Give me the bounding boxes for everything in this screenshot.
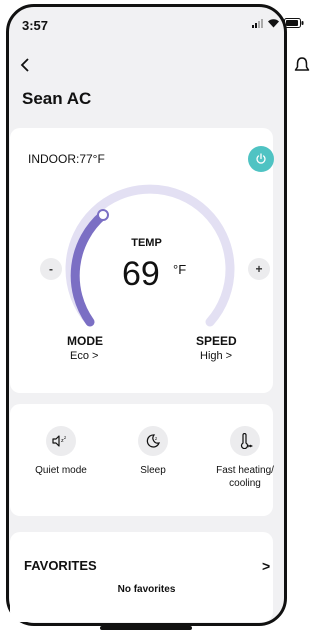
svg-text:z: z [155, 436, 157, 441]
mode-value[interactable]: Eco > [70, 350, 98, 362]
signal-icon [252, 18, 263, 28]
temp-label: TEMP [131, 237, 162, 249]
favorites-empty-text: No favorites [117, 584, 176, 595]
sleep-icon: z [138, 426, 168, 456]
quiet-mode-button[interactable]: zz Quiet mode [16, 426, 106, 477]
back-icon[interactable] [18, 58, 32, 72]
temp-unit: °F [173, 262, 187, 277]
battery-icon [284, 18, 304, 28]
dial-handle [97, 209, 109, 221]
home-indicator[interactable] [100, 626, 192, 630]
fast-heating-label: Fast heating/ cooling [216, 465, 274, 489]
temp-value: 69 [122, 255, 160, 293]
indoor-temp: INDOOR:77°F [28, 152, 105, 166]
favorites-title: FAVORITES [24, 558, 97, 573]
sleep-button[interactable]: z Sleep [108, 426, 198, 477]
quiet-mode-icon: zz [46, 426, 76, 456]
status-time: 3:57 [22, 18, 49, 33]
status-bar: 3:57 [0, 0, 320, 46]
wifi-icon [267, 18, 280, 28]
fast-heating-icon [230, 426, 260, 456]
speed-label: SPEED [196, 334, 237, 348]
fast-heating-button[interactable]: Fast heating/ cooling [200, 426, 290, 490]
favorites-card [10, 532, 273, 622]
power-icon [256, 153, 266, 164]
mode-label: MODE [67, 334, 103, 348]
increase-temp-button[interactable]: + [248, 258, 270, 280]
svg-text:z: z [64, 435, 66, 440]
bell-icon[interactable] [294, 56, 310, 74]
favorites-chevron-icon[interactable]: > [262, 558, 270, 574]
speed-value[interactable]: High > [200, 350, 232, 362]
decrease-temp-button[interactable]: - [40, 258, 62, 280]
quiet-mode-label: Quiet mode [35, 465, 87, 476]
page-title: Sean AC [22, 89, 92, 108]
power-button[interactable] [248, 146, 274, 172]
sleep-label: Sleep [140, 465, 166, 476]
